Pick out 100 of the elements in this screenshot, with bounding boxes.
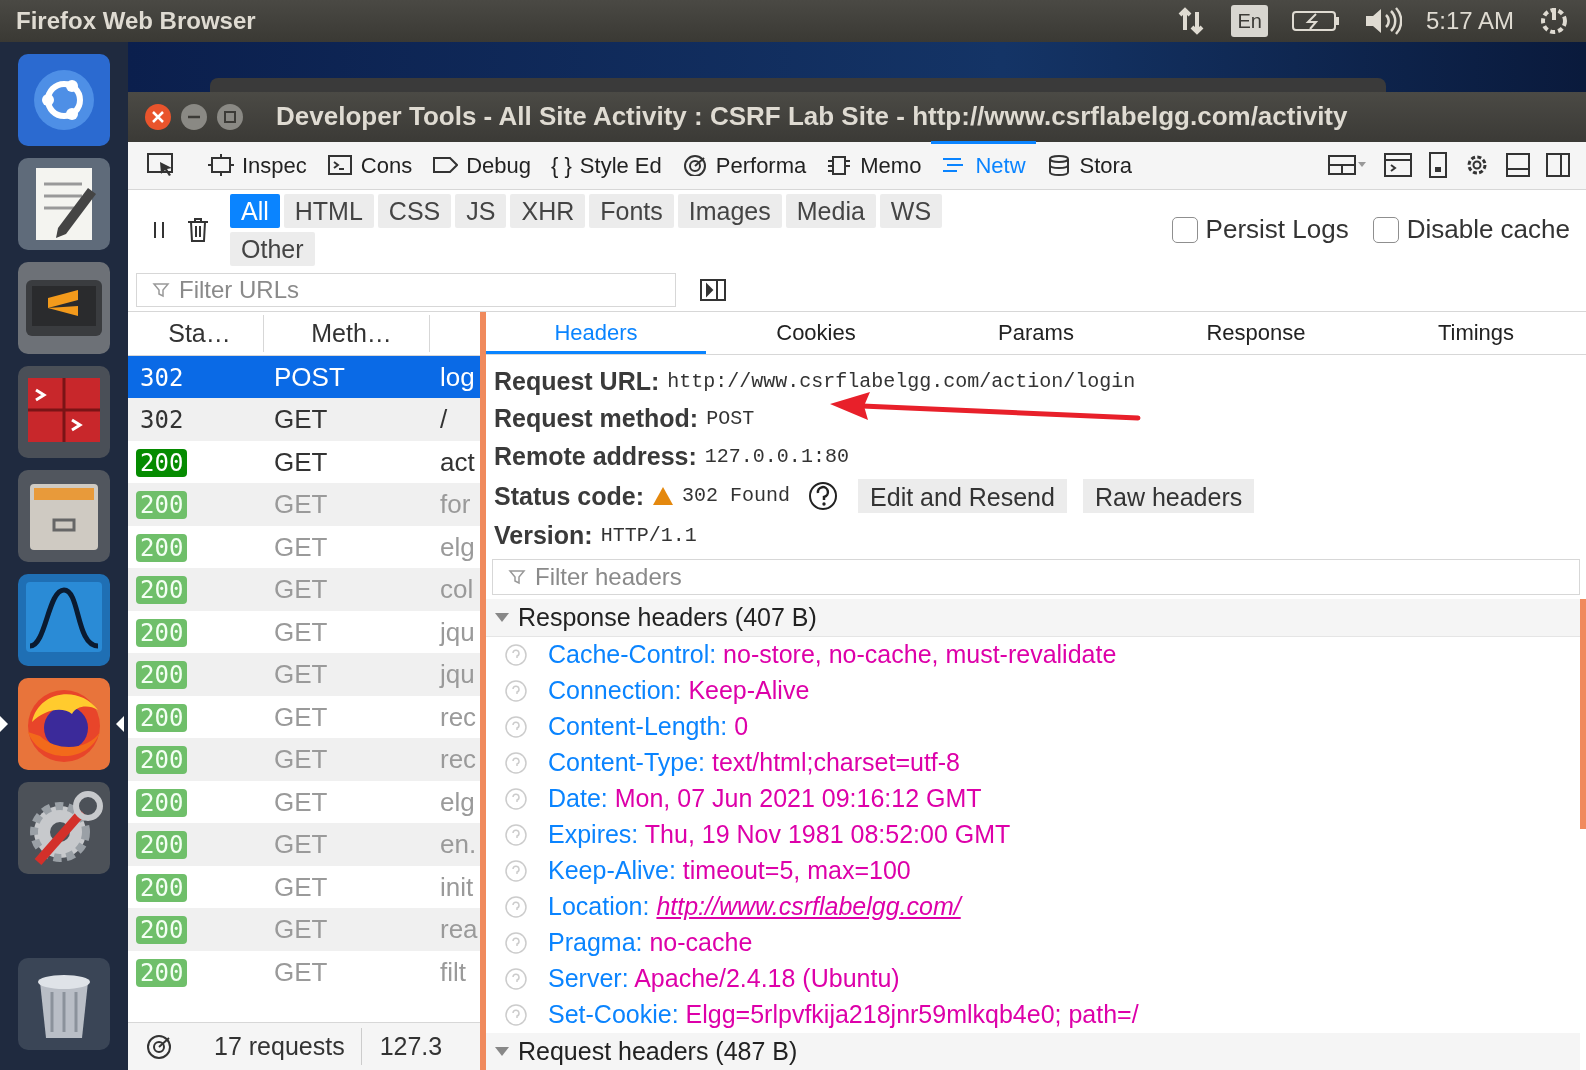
filter-button[interactable]: XHR bbox=[510, 193, 586, 228]
dock-side-icon[interactable] bbox=[1546, 153, 1570, 178]
checkbox-label[interactable]: Disable cache bbox=[1406, 210, 1570, 250]
method-text: GET bbox=[274, 446, 328, 477]
toolbox-tab[interactable]: Inspec bbox=[198, 141, 317, 190]
filter-button[interactable]: Images bbox=[677, 193, 782, 228]
summary-label: Version: bbox=[494, 520, 593, 552]
filter-button[interactable]: CSS bbox=[377, 193, 452, 228]
keyboard-indicator[interactable]: En bbox=[1231, 4, 1268, 37]
toolbox-tab[interactable]: Stora bbox=[1035, 141, 1143, 190]
header-entry: Content-Type: text/html;charset=utf-8 bbox=[548, 747, 960, 778]
trash-can-icon[interactable] bbox=[186, 216, 210, 243]
s-box-icon[interactable] bbox=[18, 261, 110, 354]
responsive-icon[interactable] bbox=[1428, 152, 1448, 179]
method-text: GET bbox=[274, 489, 328, 519]
filter-button[interactable]: Media bbox=[785, 193, 876, 228]
header-entry: Expires: Thu, 19 Nov 1981 08:52:00 GMT bbox=[548, 819, 1011, 850]
details-tab[interactable]: Response bbox=[1146, 311, 1366, 354]
collapse-triangle-icon bbox=[494, 1045, 510, 1058]
maximize-icon[interactable] bbox=[216, 102, 244, 131]
checkbox[interactable] bbox=[1171, 216, 1198, 243]
header-entry: Content-Length: 0 bbox=[548, 711, 749, 742]
file-name: rec bbox=[440, 744, 477, 774]
method-text: GET bbox=[274, 574, 328, 604]
minimize-icon[interactable] bbox=[180, 102, 208, 131]
toolbox-tab[interactable]: Debug bbox=[422, 141, 542, 190]
fox-globe-icon[interactable] bbox=[18, 677, 110, 770]
box-icon bbox=[208, 154, 234, 177]
section-header[interactable]: Request headers (487 B) bbox=[486, 1032, 1580, 1070]
dock-bottom-icon[interactable] bbox=[1506, 153, 1530, 178]
toolbox-tab[interactable]: { } Style Ed bbox=[541, 141, 672, 190]
details-tab[interactable]: Timings bbox=[1366, 311, 1586, 354]
toolbox-tab[interactable]: Memo bbox=[816, 141, 932, 190]
circle-logo-icon[interactable] bbox=[18, 53, 110, 146]
status-badge: 200 bbox=[136, 618, 188, 647]
status-badge: 200 bbox=[136, 661, 188, 689]
element-picker-icon[interactable] bbox=[146, 152, 176, 179]
header-entry: Cache-Control: no-store, no-cache, must-revalidate bbox=[548, 639, 1117, 670]
header-entry: Server: Apache/2.4.18 (Ubuntu) bbox=[548, 963, 900, 994]
filter-button[interactable]: Fonts bbox=[589, 193, 674, 228]
scrollbar-thumb[interactable] bbox=[1580, 598, 1586, 829]
drawer-icon[interactable] bbox=[18, 469, 110, 562]
summary-label: Request method: bbox=[494, 403, 699, 435]
toolbox-tab[interactable]: Performa bbox=[671, 141, 817, 190]
filter-button[interactable]: HTML bbox=[283, 193, 374, 228]
warning-icon bbox=[652, 486, 675, 507]
file-name: jqu bbox=[440, 659, 475, 689]
close-icon[interactable] bbox=[144, 102, 172, 131]
details-tab[interactable]: Headers bbox=[486, 311, 706, 354]
sidebar-toggle-icon[interactable] bbox=[700, 279, 726, 302]
status-badge: 200 bbox=[136, 491, 188, 519]
console-icon bbox=[326, 154, 353, 177]
column-header[interactable]: Meth… bbox=[264, 314, 430, 352]
battery-icon[interactable] bbox=[1291, 8, 1340, 33]
filter-button[interactable]: JS bbox=[455, 193, 507, 228]
speaker-icon[interactable] bbox=[1363, 6, 1402, 35]
status-badge: 200 bbox=[136, 831, 188, 859]
url-filter-field[interactable]: Filter URLs bbox=[136, 273, 676, 308]
column-header[interactable]: Sta… bbox=[128, 314, 264, 352]
checkbox-label[interactable]: Persist Logs bbox=[1205, 210, 1349, 250]
split-console-icon[interactable] bbox=[1384, 152, 1412, 179]
help-icon[interactable] bbox=[808, 481, 839, 512]
pause-icon[interactable] bbox=[152, 219, 166, 240]
braces-icon: { } bbox=[551, 148, 572, 182]
notepad-pencil-icon[interactable] bbox=[18, 157, 110, 250]
details-tab[interactable]: Cookies bbox=[706, 311, 926, 354]
filter-button[interactable]: Other bbox=[230, 231, 315, 266]
header-entry: Connection: Keep-Alive bbox=[548, 675, 810, 706]
status-badge: 200 bbox=[136, 703, 188, 732]
split-dropdown-icon[interactable] bbox=[1328, 153, 1368, 178]
request-row[interactable]: 302 POST log bbox=[128, 355, 480, 399]
trash-icon[interactable] bbox=[18, 958, 110, 1050]
header-button[interactable]: Raw headers bbox=[1082, 479, 1255, 514]
header-button[interactable]: Edit and Resend bbox=[858, 479, 1067, 514]
method-text: GET bbox=[274, 531, 328, 562]
file-name: col bbox=[440, 574, 474, 604]
gear-wrench-icon[interactable] bbox=[18, 781, 110, 874]
file-name: elg bbox=[440, 531, 475, 562]
method-text: GET bbox=[274, 786, 328, 817]
gauge-icon bbox=[681, 154, 708, 177]
summary-value: 127.0.0.1:80 bbox=[704, 443, 849, 470]
file-name: / bbox=[440, 404, 448, 434]
checkbox[interactable] bbox=[1372, 216, 1399, 243]
header-entry: Location: http://www.csrflabelgg.com/ bbox=[548, 891, 961, 922]
method-text: GET bbox=[274, 701, 328, 732]
performance-icon[interactable] bbox=[144, 1032, 174, 1061]
header-filter-field[interactable]: Filter headers bbox=[492, 558, 1580, 595]
filter-button[interactable]: All bbox=[230, 193, 280, 228]
summary-value: 302 Found bbox=[682, 483, 791, 510]
file-name: rec bbox=[440, 701, 477, 732]
method-text: GET bbox=[274, 659, 328, 689]
section-header[interactable]: Response headers (407 B) bbox=[486, 598, 1580, 637]
request-row[interactable]: 200 GET act bbox=[128, 440, 480, 484]
details-tab[interactable]: Params bbox=[926, 311, 1146, 354]
fin-wave-icon[interactable] bbox=[18, 573, 110, 666]
filter-button[interactable]: WS bbox=[879, 193, 943, 228]
status-badge: 200 bbox=[136, 533, 188, 562]
clock[interactable]: 5:17 AM bbox=[1425, 2, 1514, 39]
request-row[interactable]: 302 GET / bbox=[128, 398, 480, 441]
toolbox-tab[interactable]: Cons bbox=[316, 141, 423, 190]
